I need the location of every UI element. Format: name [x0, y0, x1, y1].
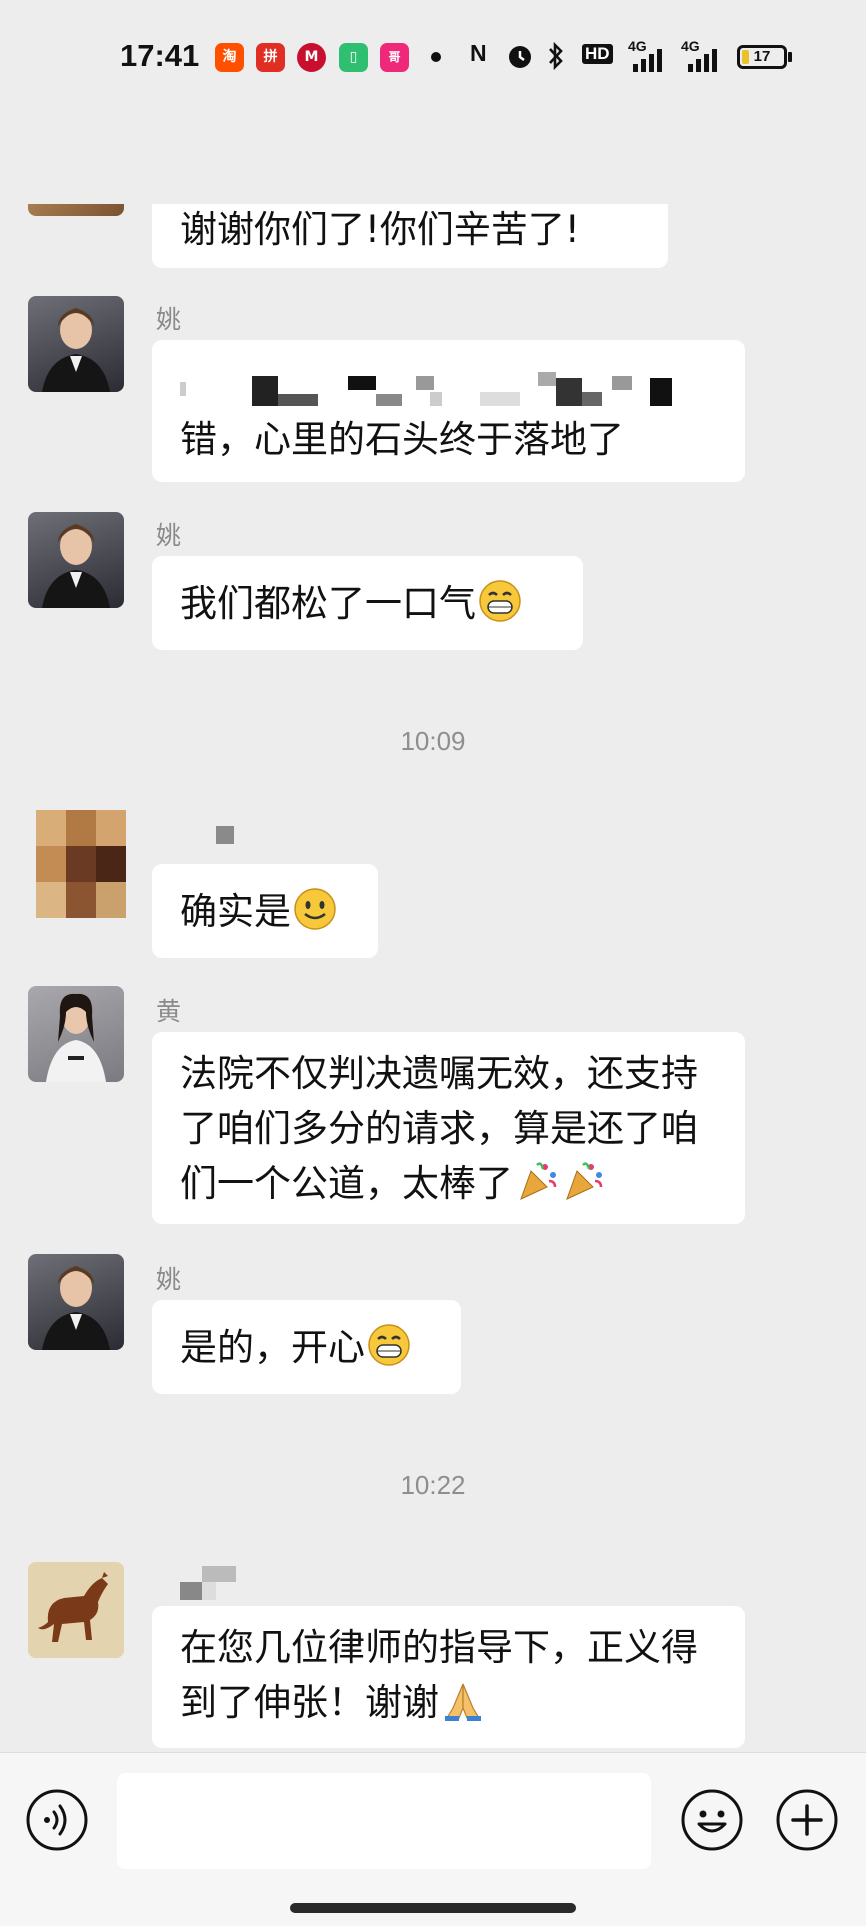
voice-input-button[interactable] — [25, 1788, 89, 1852]
message-bubble[interactable]: 我们都松了一口气 — [152, 556, 583, 650]
message-text: 我们都松了一口气 — [180, 582, 476, 625]
message-content: 我们都松了一口气 — [180, 576, 555, 631]
message-bubble[interactable]: 在您几位律师的指导下，正义得到了伸张！谢谢 — [152, 1606, 745, 1748]
message-text: 错，心里的石头终于落地了 — [180, 418, 624, 461]
lawyer-avatar-yaoping[interactable] — [28, 1254, 124, 1350]
person-icon — [42, 308, 110, 392]
redacted-sender-name — [180, 1566, 236, 1600]
notification-dot-icon — [431, 52, 441, 62]
chat-input-bar — [0, 1752, 866, 1926]
lawyer-avatar-yaoping[interactable] — [28, 296, 124, 392]
message-text: 是的，开心 — [180, 1326, 365, 1369]
message-content: 法院不仅判决遗嘱无效，还支持了咱们多分的请求，算是还了咱们一个公道，太棒了 — [180, 1046, 717, 1211]
party-popper-emoji — [566, 1162, 603, 1200]
horse-avatar[interactable] — [28, 1562, 124, 1658]
battery-level: 17 — [753, 48, 771, 65]
message-content: 在您几位律师的指导下，正义得到了伸张！谢谢 — [180, 1620, 717, 1730]
status-time: 17:41 — [120, 38, 200, 73]
message-text: 法院不仅判决遗嘱无效，还支持了咱们多分的请求，算是还了咱们一个公道，太棒了 — [180, 1052, 698, 1205]
pixelated-image — [36, 810, 126, 918]
more-actions-plus-button[interactable] — [775, 1788, 839, 1852]
pinduoduo-app-icon: 拼 — [256, 43, 285, 72]
battery-icon: 17 — [737, 45, 787, 69]
chat-title-redacted — [288, 138, 558, 170]
home-indicator[interactable] — [290, 1903, 576, 1913]
alarm-icon — [509, 46, 531, 68]
battery-cap — [788, 52, 792, 62]
lawyer-avatar-yaoping[interactable] — [28, 512, 124, 608]
message-input[interactable] — [117, 1773, 651, 1869]
nfc-icon: N — [470, 40, 487, 66]
person-icon — [42, 1266, 110, 1350]
emoji-picker-button[interactable] — [680, 1788, 744, 1852]
chat-nav-bar: 18 — [0, 112, 866, 204]
message-content: 是的，开心 — [180, 1320, 433, 1375]
hd-icon: HD — [582, 44, 613, 64]
taobao-app-icon: 淘 — [215, 43, 244, 72]
green-app-icon: ▯ — [339, 43, 368, 72]
timestamp-separator: 10:22 — [400, 1470, 466, 1500]
message-bubble[interactable]: 法院不仅判决遗嘱无效，还支持了咱们多分的请求，算是还了咱们一个公道，太棒了 — [152, 1032, 745, 1224]
timestamp-separator: 10:09 — [400, 726, 466, 756]
more-options-icon[interactable] — [772, 138, 822, 158]
message-text: 确实是 — [180, 890, 291, 933]
shopping-app-icon: 哥 — [380, 43, 409, 72]
message-text: 谢谢你们了!你们辛苦了! — [180, 208, 580, 251]
pixelated-avatar[interactable] — [36, 810, 126, 918]
lawyer-avatar-huangdongjie[interactable] — [28, 986, 124, 1082]
person-icon — [42, 524, 110, 608]
folded-hands-emoji — [445, 1683, 481, 1721]
message-bubble[interactable]: 是的，开心 — [152, 1300, 461, 1394]
message-bubble[interactable]: 确实是 — [152, 864, 378, 958]
smile-emoji — [294, 888, 336, 930]
bank-app-icon: M — [297, 43, 326, 72]
horse-avatar[interactable] — [28, 120, 124, 216]
party-popper-emoji — [520, 1162, 557, 1200]
signal-strength-icon-2 — [688, 49, 717, 72]
grin-emoji — [479, 580, 521, 622]
message-content: 确实是 — [180, 884, 350, 939]
bluetooth-icon — [549, 42, 563, 70]
redacted-sender-name — [216, 826, 234, 844]
message-bubble[interactable]: 错，心里的石头终于落地了 — [152, 340, 745, 482]
signal-strength-icon — [633, 49, 662, 72]
redacted-text-mosaic — [180, 372, 672, 406]
message-bubble[interactable]: 谢谢你们了!你们辛苦了! — [152, 196, 668, 268]
horse-painting-icon — [28, 1562, 124, 1658]
person-icon — [46, 993, 106, 1082]
status-bar: 17:41 淘 拼 M ▯ 哥 N HD 4G 4G 17 — [0, 0, 866, 112]
message-text: 在您几位律师的指导下，正义得到了伸张！谢谢 — [180, 1626, 698, 1724]
grin-emoji — [368, 1324, 410, 1366]
